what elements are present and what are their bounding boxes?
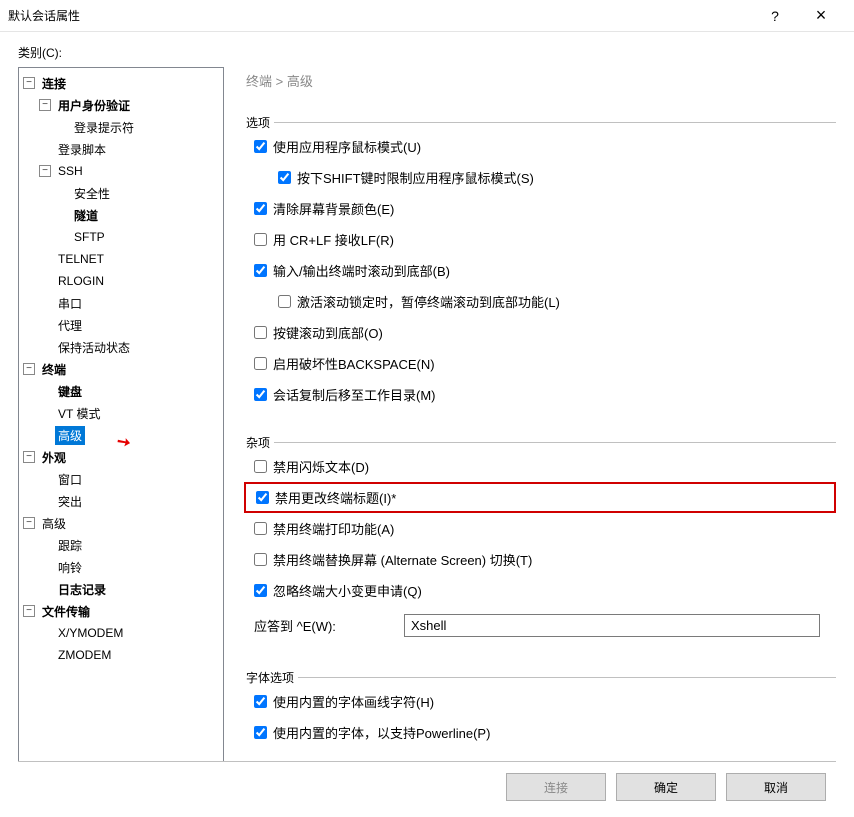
- response-label: 应答到 ^E(W):: [254, 616, 404, 635]
- misc-group: 杂项 禁用闪烁文本(D) 禁用更改终端标题(I)* 禁用终端打印功能(A) 禁用…: [246, 434, 836, 645]
- font-group: 字体选项 使用内置的字体画线字符(H) 使用内置的字体，以支持Powerline…: [246, 669, 836, 748]
- categories-label: 类别(C):: [0, 32, 854, 67]
- tree-item-file-transfer[interactable]: 文件传输: [39, 602, 93, 621]
- tree-item-vt[interactable]: VT 模式: [55, 404, 103, 423]
- tree-item-auth[interactable]: 用户身份验证: [55, 96, 133, 115]
- response-input[interactable]: [404, 614, 820, 637]
- tree-item-appearance[interactable]: 外观: [39, 448, 69, 467]
- separator: [18, 761, 836, 762]
- copy-dir-label: 会话复制后移至工作目录(M): [273, 385, 436, 404]
- tree-item-bell[interactable]: 响铃: [55, 558, 85, 577]
- tree-item-keepalive[interactable]: 保持活动状态: [55, 338, 133, 357]
- clear-bg-label: 清除屏幕背景颜色(E): [273, 199, 394, 218]
- category-tree[interactable]: −连接 −用户身份验证 登录提示符 登录脚本 −SSH 安全性: [18, 67, 224, 762]
- disable-blink-label: 禁用闪烁文本(D): [273, 457, 369, 476]
- backspace-label: 启用破坏性BACKSPACE(N): [273, 354, 435, 373]
- tree-item-prompt[interactable]: 登录提示符: [71, 118, 137, 137]
- copy-dir-checkbox[interactable]: [254, 388, 267, 401]
- font-line-checkbox[interactable]: [254, 695, 267, 708]
- tree-item-advanced[interactable]: 高级: [39, 514, 69, 533]
- disable-title-label: 禁用更改终端标题(I)*: [275, 488, 396, 507]
- scroll-key-label: 按键滚动到底部(O): [273, 323, 383, 342]
- breadcrumb-sep: >: [272, 74, 287, 89]
- tree-item-zmodem[interactable]: ZMODEM: [55, 647, 114, 663]
- tree-item-login-script[interactable]: 登录脚本: [55, 140, 109, 159]
- tree-item-sftp[interactable]: SFTP: [71, 229, 108, 245]
- tree-collapse-icon[interactable]: −: [39, 99, 51, 111]
- tree-item-xymodem[interactable]: X/YMODEM: [55, 625, 126, 641]
- tree-item-rlogin[interactable]: RLOGIN: [55, 273, 107, 289]
- options-legend: 选项: [246, 114, 274, 131]
- scroll-lock-label: 激活滚动锁定时，暂停终端滚动到底部功能(L): [297, 292, 560, 311]
- disable-print-checkbox[interactable]: [254, 522, 267, 535]
- tree-collapse-icon[interactable]: −: [23, 363, 35, 375]
- tree-item-serial[interactable]: 串口: [55, 294, 85, 313]
- scroll-io-checkbox[interactable]: [254, 264, 267, 277]
- mouse-mode-label: 使用应用程序鼠标模式(U): [273, 137, 421, 156]
- mouse-mode-checkbox[interactable]: [254, 140, 267, 153]
- clear-bg-checkbox[interactable]: [254, 202, 267, 215]
- ok-button[interactable]: 确定: [616, 773, 716, 801]
- scroll-io-label: 输入/输出终端时滚动到底部(B): [273, 261, 450, 280]
- crlf-label: 用 CR+LF 接收LF(R): [273, 230, 394, 249]
- breadcrumb-part: 高级: [287, 74, 313, 89]
- disable-title-checkbox[interactable]: [256, 491, 269, 504]
- backspace-checkbox[interactable]: [254, 357, 267, 370]
- options-group: 选项 使用应用程序鼠标模式(U) 按下SHIFT键时限制应用程序鼠标模式(S) …: [246, 114, 836, 410]
- scroll-key-checkbox[interactable]: [254, 326, 267, 339]
- breadcrumb: 终端 > 高级: [246, 71, 836, 90]
- crlf-checkbox[interactable]: [254, 233, 267, 246]
- breadcrumb-part: 终端: [246, 74, 272, 89]
- tree-item-trace[interactable]: 跟踪: [55, 536, 85, 555]
- disable-altscreen-label: 禁用终端替换屏幕 (Alternate Screen) 切换(T): [273, 550, 532, 569]
- content-panel: 终端 > 高级 选项 使用应用程序鼠标模式(U) 按下SHIFT键时限制应用程序…: [224, 67, 836, 772]
- shift-mouse-checkbox[interactable]: [278, 171, 291, 184]
- tree-collapse-icon[interactable]: −: [23, 605, 35, 617]
- shift-mouse-label: 按下SHIFT键时限制应用程序鼠标模式(S): [297, 168, 534, 187]
- tree-item-keyboard[interactable]: 键盘: [55, 382, 85, 401]
- tree-item-advanced-terminal[interactable]: 高级: [55, 426, 85, 445]
- tree-item-terminal[interactable]: 终端: [39, 360, 69, 379]
- tree-item-connection[interactable]: 连接: [39, 74, 69, 93]
- disable-print-label: 禁用终端打印功能(A): [273, 519, 394, 538]
- disable-blink-checkbox[interactable]: [254, 460, 267, 473]
- tree-item-proxy[interactable]: 代理: [55, 316, 85, 335]
- ignore-resize-checkbox[interactable]: [254, 584, 267, 597]
- scroll-lock-checkbox[interactable]: [278, 295, 291, 308]
- disable-altscreen-checkbox[interactable]: [254, 553, 267, 566]
- cancel-button[interactable]: 取消: [726, 773, 826, 801]
- font-powerline-checkbox[interactable]: [254, 726, 267, 739]
- ignore-resize-label: 忽略终端大小变更申请(Q): [273, 581, 422, 600]
- font-legend: 字体选项: [246, 669, 298, 686]
- tree-item-ssh[interactable]: SSH: [55, 163, 86, 179]
- font-powerline-label: 使用内置的字体，以支持Powerline(P): [273, 723, 490, 742]
- misc-legend: 杂项: [246, 434, 274, 451]
- close-button[interactable]: ×: [798, 0, 844, 32]
- tree-item-telnet[interactable]: TELNET: [55, 251, 107, 267]
- tree-collapse-icon[interactable]: −: [39, 165, 51, 177]
- tree-item-logging[interactable]: 日志记录: [55, 580, 109, 599]
- tree-collapse-icon[interactable]: −: [23, 77, 35, 89]
- connect-button[interactable]: 连接: [506, 773, 606, 801]
- titlebar: 默认会话属性 ? ×: [0, 0, 854, 32]
- window-title: 默认会话属性: [8, 7, 752, 24]
- tree-item-window[interactable]: 窗口: [55, 470, 85, 489]
- help-button[interactable]: ?: [752, 0, 798, 32]
- tree-item-highlight[interactable]: 突出: [55, 492, 85, 511]
- tree-item-tunnel[interactable]: 隧道: [71, 206, 101, 225]
- tree-collapse-icon[interactable]: −: [23, 451, 35, 463]
- tree-item-security[interactable]: 安全性: [71, 184, 113, 203]
- font-line-label: 使用内置的字体画线字符(H): [273, 692, 434, 711]
- tree-collapse-icon[interactable]: −: [23, 517, 35, 529]
